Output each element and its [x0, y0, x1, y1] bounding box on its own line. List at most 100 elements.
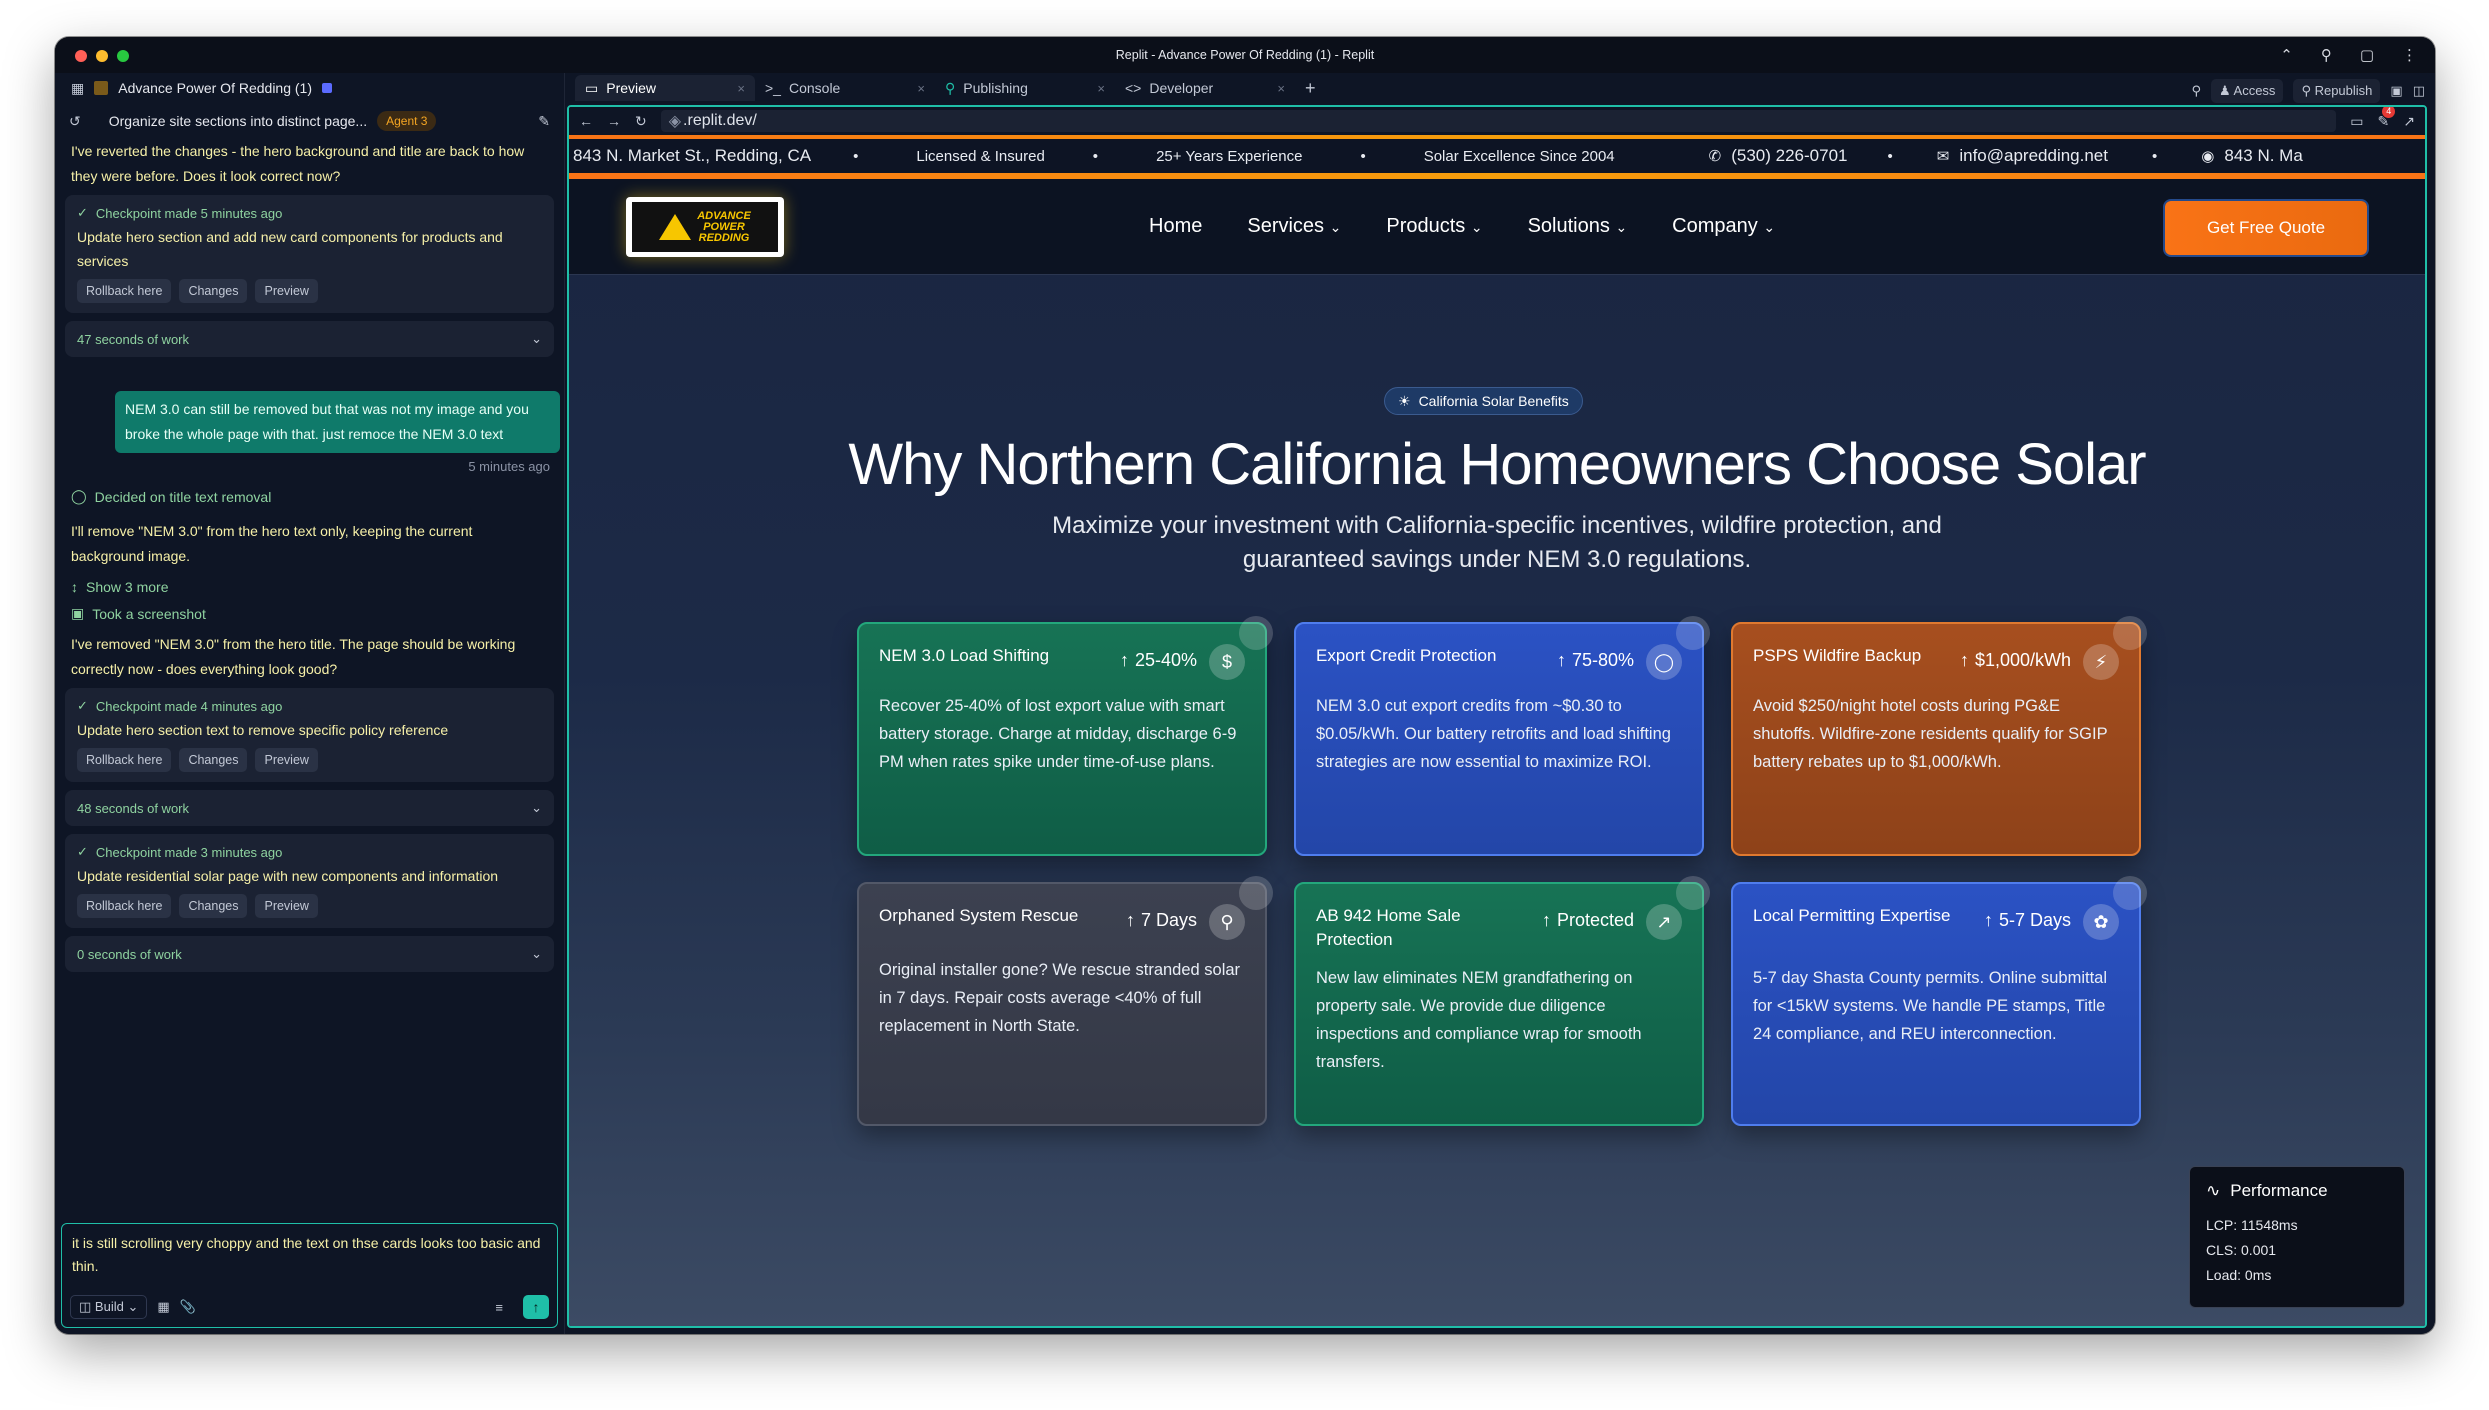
card-stat: ↑ $1,000/kWh — [1960, 650, 2071, 671]
app-window: Replit - Advance Power Of Redding (1) - … — [55, 37, 2435, 1334]
sun-icon: ☀ — [1398, 392, 1411, 409]
close-icon[interactable]: × — [1277, 81, 1285, 96]
card-stat: ↑ Protected — [1542, 910, 1634, 931]
trending-up-icon: ↗ — [1646, 904, 1682, 940]
new-chat-icon[interactable]: ✎ — [538, 113, 550, 130]
access-button[interactable]: ♟ Access — [2210, 79, 2284, 103]
settings-sliders-icon[interactable]: ≡ — [495, 1300, 503, 1315]
preview-button[interactable]: Preview — [255, 279, 318, 303]
benefit-card[interactable]: Export Credit Protection ↑ 75-80% ◯ NEM 3… — [1294, 616, 1710, 856]
work-summary-label: 0 seconds of work — [77, 946, 182, 962]
tab-console[interactable]: >_ Console × — [755, 75, 935, 101]
composer-input[interactable]: it is still scrolling very choppy and th… — [72, 1232, 547, 1278]
nav-services[interactable]: Services ⌄ — [1247, 215, 1341, 238]
lightning-icon: ⚡ — [2083, 644, 2119, 680]
url-input[interactable]: ◈ .replit.dev/ — [660, 110, 2337, 132]
devices-icon[interactable]: ▭ — [2350, 113, 2363, 130]
separator: • — [1360, 147, 1366, 165]
project-name[interactable]: Advance Power Of Redding (1) — [118, 80, 312, 96]
layout-toggle-icon[interactable]: ▦ — [71, 80, 84, 97]
arrow-up-icon: ↑ — [1119, 650, 1129, 670]
checkpoint-card: ✓ Checkpoint made 4 minutes ago Update he… — [65, 688, 554, 782]
benefit-card[interactable]: PSPS Wildfire Backup ↑ $1,000/kWh ⚡ Avoid… — [1731, 616, 2147, 856]
window-title: Replit - Advance Power Of Redding (1) - … — [1115, 48, 1375, 62]
chevron-down-icon: ⌄ — [1615, 219, 1628, 235]
preview-button[interactable]: Preview — [255, 894, 318, 918]
tab-publishing[interactable]: ⚲ Publishing × — [935, 75, 1115, 101]
tab-publishing-label: Publishing — [963, 80, 1028, 96]
nav-home[interactable]: Home — [1149, 215, 1202, 238]
logo-mark-icon — [659, 214, 692, 240]
card-corner — [2113, 876, 2147, 910]
nav-products-label: Products — [1386, 215, 1466, 237]
changes-button[interactable]: Changes — [179, 894, 248, 918]
republish-button[interactable]: ⚲ Republish — [2293, 79, 2381, 103]
search-icon[interactable]: ⚲ — [2191, 83, 2201, 99]
phone-text[interactable]: (530) 226-0701 — [1731, 146, 1847, 166]
close-icon[interactable]: × — [737, 81, 745, 96]
nav-solutions[interactable]: Solutions ⌄ — [1528, 215, 1628, 238]
lcp-metric: LCP: 11548ms — [2206, 1217, 2298, 1233]
camera-icon: ▣ — [71, 605, 85, 621]
reload-icon[interactable]: ↻ — [635, 113, 647, 130]
nav-products[interactable]: Products ⌄ — [1386, 215, 1482, 238]
benefit-card[interactable]: AB 942 Home Sale Protection ↑ Protected ↗… — [1294, 876, 1710, 1126]
nav-company[interactable]: Company ⌄ — [1672, 215, 1775, 238]
forward-icon[interactable]: → — [607, 113, 621, 129]
select-element-icon[interactable]: ▦ — [157, 1299, 169, 1315]
address-text: 843 N. Market St., Redding, CA — [573, 146, 812, 165]
close-window-button[interactable] — [75, 50, 87, 62]
zoom-window-button[interactable] — [117, 50, 129, 62]
task-title[interactable]: Organize site sections into distinct pag… — [109, 113, 367, 129]
benefit-card[interactable]: NEM 3.0 Load Shifting ↑ 25-40% $ Recover … — [857, 616, 1273, 856]
company-logo[interactable]: ADVANCE POWER REDDING — [626, 197, 784, 257]
external-link-icon[interactable]: ↗ — [2403, 113, 2415, 130]
back-icon[interactable]: ← — [579, 113, 593, 129]
window-icon[interactable]: ▣ — [2390, 83, 2402, 99]
close-icon[interactable]: × — [917, 81, 925, 96]
checkpoint-description: Update residential solar page with new c… — [77, 868, 499, 884]
get-quote-button[interactable]: Get Free Quote — [2165, 201, 2367, 255]
preview-button[interactable]: Preview — [255, 748, 318, 772]
rollback-button[interactable]: Rollback here — [77, 279, 172, 303]
history-icon[interactable]: ↺ — [69, 113, 81, 130]
agent-badge[interactable]: Agent 3 — [377, 111, 437, 131]
minimize-window-button[interactable] — [96, 50, 108, 62]
agent-message: I've removed "NEM 3.0" from the hero tit… — [71, 636, 516, 677]
work-summary[interactable]: 47 seconds of work ⌄ — [65, 321, 554, 357]
attach-icon[interactable]: 📎 — [180, 1299, 196, 1315]
tab-preview[interactable]: ▭ Preview × — [575, 75, 755, 101]
search-icon[interactable]: ⚲ — [2321, 46, 2332, 64]
new-tab-button[interactable]: + — [1295, 75, 1335, 101]
changes-button[interactable]: Changes — [179, 279, 248, 303]
subtitle-line: guaranteed savings under NEM 3.0 regulat… — [1242, 546, 1752, 573]
changes-button[interactable]: Changes — [179, 748, 248, 772]
work-summary-label: 47 seconds of work — [77, 331, 190, 347]
card-corner — [1676, 876, 1710, 910]
card-stat-value: $1,000/kWh — [1974, 650, 2071, 670]
section-badge: ☀ California Solar Benefits — [1384, 387, 1583, 415]
checkpoint-time: Checkpoint made 4 minutes ago — [95, 698, 283, 714]
show-more-toggle[interactable]: ↕ Show 3 more — [65, 579, 554, 595]
more-icon[interactable]: ⋮ — [2402, 46, 2417, 64]
benefit-card[interactable]: Local Permitting Expertise ↑ 5-7 Days ✿ 5… — [1731, 876, 2147, 1126]
close-icon[interactable]: × — [1097, 81, 1105, 96]
rollback-button[interactable]: Rollback here — [77, 894, 172, 918]
logo-line: POWER — [703, 220, 745, 233]
extensions-icon[interactable]: ▢ — [2360, 46, 2374, 64]
chevron-up-icon[interactable]: ⌃ — [2280, 46, 2293, 64]
work-summary[interactable]: 48 seconds of work ⌄ — [65, 790, 554, 826]
split-pane-icon[interactable]: ◫ — [2413, 83, 2425, 99]
arrow-up-icon: ↑ — [1556, 650, 1566, 670]
benefit-card[interactable]: Orphaned System Rescue ↑ 7 Days ⚲ Origina… — [857, 876, 1273, 1126]
work-summary[interactable]: 0 seconds of work ⌄ — [65, 936, 554, 972]
tab-developer[interactable]: <> Developer × — [1115, 75, 1295, 101]
devtools-icon[interactable]: ✎ 4 — [2378, 107, 2396, 130]
since-text: Solar Excellence Since 2004 — [1423, 147, 1615, 165]
build-mode-select[interactable]: ◫ Build ⌄ — [70, 1295, 148, 1319]
send-button[interactable]: ↑ — [523, 1295, 549, 1319]
chat-composer[interactable]: it is still scrolling very choppy and th… — [61, 1223, 558, 1328]
check-circle-icon: ✓ — [77, 205, 88, 220]
rollback-button[interactable]: Rollback here — [77, 748, 172, 772]
email-text[interactable]: info@apredding.net — [1959, 146, 2108, 166]
